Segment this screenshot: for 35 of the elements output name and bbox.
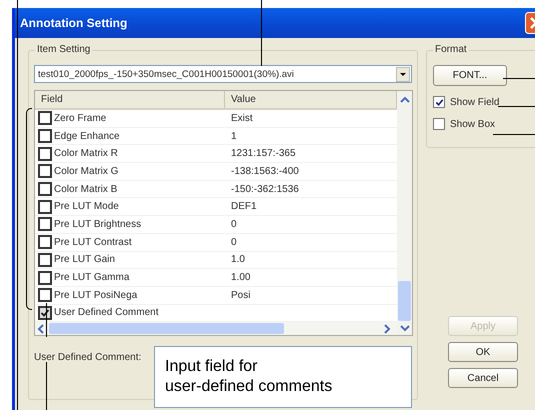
dialog-button[interactable]: Cancel (448, 368, 518, 388)
field-name: Color Matrix G (54, 166, 118, 177)
field-value: -138:1563:-400 (231, 166, 299, 177)
field-name: Pre LUT PosiNega (54, 290, 138, 301)
field-name: Pre LUT Gamma (54, 272, 130, 284)
field-name: Pre LUT Brightness (54, 218, 142, 230)
field-name: User Defined Comment (54, 307, 158, 318)
file-dropdown[interactable]: test010_2000fps_-150+350msec_C001H00150001(30%).avi (34, 65, 412, 83)
field-name: Pre LUT Gain (54, 254, 115, 266)
field-value: 0 (231, 236, 237, 248)
group-label: Format (433, 44, 469, 55)
field-value: 0 (231, 218, 237, 230)
field-name: Pre LUT Contrast (54, 236, 132, 248)
window-title: Annotation Setting (20, 16, 128, 30)
comment-field[interactable]: Input field for user-defined comments (154, 346, 412, 408)
dialog-button[interactable]: OK (448, 342, 518, 362)
field-name: Color Matrix R (54, 148, 118, 160)
field-name: Color Matrix B (54, 184, 118, 195)
field-value: Exist (231, 112, 253, 124)
option-label: Show Field (450, 96, 500, 108)
column-header[interactable]: Field (35, 91, 225, 108)
field-name: Pre LUT Mode (54, 201, 119, 212)
field-name: Edge Enhance (54, 130, 120, 142)
field-value: DEF1 (231, 201, 257, 212)
option-label: Show Box (450, 118, 496, 130)
field-value: -150:-362:1536 (231, 184, 299, 195)
field-value: 1231:157:-365 (231, 148, 296, 160)
comment-label: User Defined Comment: (34, 352, 142, 364)
group-label: Item Setting (35, 44, 92, 55)
field-value: 1 (231, 130, 237, 142)
field-value: Posi (231, 290, 250, 301)
field-value: 1.0 (231, 254, 245, 266)
font-button[interactable]: FONT... (433, 65, 507, 86)
field-value: 1.00 (231, 272, 250, 284)
field-name: Zero Frame (54, 112, 106, 124)
